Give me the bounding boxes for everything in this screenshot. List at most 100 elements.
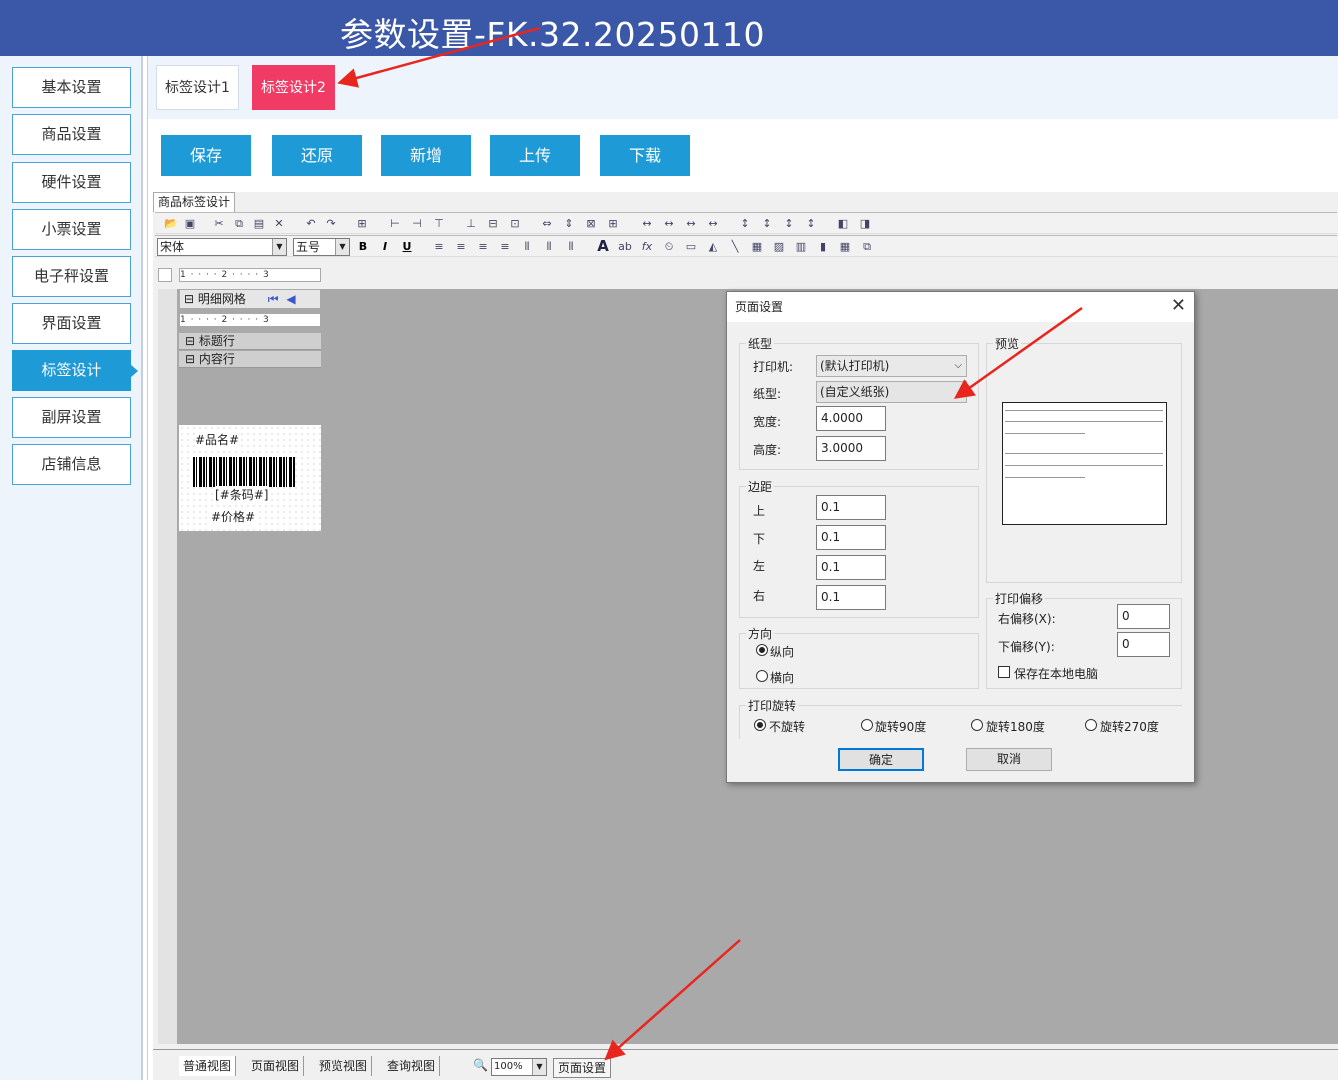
save-local-checkbox[interactable] [998, 666, 1010, 678]
first-icon[interactable]: ⏮ [268, 292, 279, 306]
label-canvas[interactable]: #品名# [#条码#] #价格# [179, 425, 321, 531]
ok-button[interactable]: 确定 [838, 748, 924, 771]
restore-button[interactable]: 还原 [272, 135, 362, 176]
align-bottom-icon[interactable]: ⊡ [507, 216, 523, 231]
table-icon[interactable]: ▦ [837, 239, 853, 254]
shape-icon[interactable]: ◭ [705, 239, 721, 254]
formula-icon[interactable]: fx [639, 239, 655, 254]
margin-left-input[interactable]: 0.1 [816, 555, 886, 580]
text-align-left-icon[interactable]: ≡ [431, 239, 447, 254]
italic-button[interactable]: I [377, 239, 393, 254]
text-align-right-icon[interactable]: ≡ [475, 239, 491, 254]
send-back-icon[interactable]: ◨ [857, 216, 873, 231]
sidebar-item-customer-display[interactable]: 副屏设置 [12, 397, 131, 438]
v-space-icon[interactable]: ↕ [737, 216, 753, 231]
subreport-icon[interactable]: ⧉ [859, 239, 875, 254]
margin-top-input[interactable]: 0.1 [816, 495, 886, 520]
paper-width-input[interactable]: 4.0000 [816, 406, 886, 431]
delete-icon[interactable]: ✕ [271, 216, 287, 231]
sidebar-item-store-info[interactable]: 店铺信息 [12, 444, 131, 485]
page-setup-button[interactable]: 页面设置 [553, 1058, 612, 1078]
label-barcode[interactable] [193, 457, 295, 487]
align-left-icon[interactable]: ⊢ [387, 216, 403, 231]
open-icon[interactable]: 📂 [163, 216, 179, 231]
margin-bottom-input[interactable]: 0.1 [816, 525, 886, 550]
label-field-price[interactable]: #价格# [211, 508, 256, 525]
select-all-icon[interactable]: ⊞ [354, 216, 370, 231]
save-icon[interactable]: ▣ [182, 216, 198, 231]
sidebar-item-hardware[interactable]: 硬件设置 [12, 162, 131, 203]
down-offset-input[interactable]: 0 [1117, 632, 1170, 657]
add-button[interactable]: 新增 [381, 135, 471, 176]
sidebar-item-receipt[interactable]: 小票设置 [12, 209, 131, 250]
sidebar-item-basic[interactable]: 基本设置 [12, 67, 131, 108]
content-row-band[interactable]: ⊟ 内容行 [179, 351, 321, 368]
right-offset-input[interactable]: 0 [1117, 604, 1170, 629]
same-size-icon[interactable]: ⊠ [583, 216, 599, 231]
sidebar-item-interface[interactable]: 界面设置 [12, 303, 131, 344]
download-button[interactable]: 下载 [600, 135, 690, 176]
redo-icon[interactable]: ↷ [323, 216, 339, 231]
portrait-radio[interactable] [756, 644, 768, 656]
paper-type-select[interactable]: (自定义纸张) [816, 381, 967, 403]
v-space-inc-icon[interactable]: ↕ [759, 216, 775, 231]
rotate-90-radio[interactable] [861, 719, 873, 731]
grid-icon[interactable]: ⊞ [605, 216, 621, 231]
same-height-icon[interactable]: ⇕ [561, 216, 577, 231]
memo-icon[interactable]: ▭ [683, 239, 699, 254]
barcode-icon[interactable]: ▥ [793, 239, 809, 254]
same-width-icon[interactable]: ⇔ [539, 216, 555, 231]
align-middle-icon[interactable]: ⊟ [485, 216, 501, 231]
cut-icon[interactable]: ✂ [211, 216, 227, 231]
designer-tab[interactable]: 商品标签设计 [153, 192, 236, 212]
underline-button[interactable]: U [399, 239, 415, 254]
h-space-icon[interactable]: ↔ [639, 216, 655, 231]
text-align-center-icon[interactable]: ≡ [453, 239, 469, 254]
close-icon[interactable]: ✕ [1171, 296, 1186, 316]
chart-icon[interactable]: ▮ [815, 239, 831, 254]
tab-label-design-2[interactable]: 标签设计2 [252, 65, 335, 110]
line-icon[interactable]: ╲ [727, 239, 743, 254]
view-query-tab[interactable]: 查询视图 [383, 1056, 441, 1076]
v-space-dec-icon[interactable]: ↕ [781, 216, 797, 231]
prev-icon[interactable]: ◀ [286, 292, 295, 306]
sidebar-item-label-design[interactable]: 标签设计 [12, 350, 138, 391]
system-var-icon[interactable]: ⏲ [661, 239, 677, 254]
bring-front-icon[interactable]: ◧ [835, 216, 851, 231]
sidebar-item-scale[interactable]: 电子秤设置 [12, 256, 131, 297]
text-tool-icon[interactable]: A [595, 239, 611, 254]
paste-icon[interactable]: ▤ [251, 216, 267, 231]
v-space-remove-icon[interactable]: ↕ [803, 216, 819, 231]
v-align-top-icon[interactable]: ⦀ [519, 239, 535, 254]
detail-grid-header[interactable]: ⊟ 明细网格 ⏮ ◀ [179, 289, 321, 309]
v-align-bottom-icon[interactable]: ⦀ [563, 239, 579, 254]
richtext-icon[interactable]: ▦ [749, 239, 765, 254]
view-page-tab[interactable]: 页面视图 [247, 1056, 305, 1076]
picture-icon[interactable]: ▨ [771, 239, 787, 254]
upload-button[interactable]: 上传 [490, 135, 580, 176]
copy-icon[interactable]: ⧉ [231, 216, 247, 231]
rotate-0-radio[interactable] [754, 719, 766, 731]
save-button[interactable]: 保存 [161, 135, 251, 176]
rotate-180-radio[interactable] [971, 719, 983, 731]
rotate-270-radio[interactable] [1085, 719, 1097, 731]
view-normal-tab[interactable]: 普通视图 [179, 1056, 237, 1076]
h-space-inc-icon[interactable]: ↔ [661, 216, 677, 231]
label-field-barcode[interactable]: [#条码#] [215, 486, 269, 503]
title-row-band[interactable]: ⊟ 标题行 [179, 333, 321, 350]
edit-box-icon[interactable]: ab [617, 239, 633, 254]
landscape-radio[interactable] [756, 670, 768, 682]
printer-select[interactable]: (默认打印机) ⌵ [816, 355, 967, 377]
paper-height-input[interactable]: 3.0000 [816, 436, 886, 461]
sidebar-item-product[interactable]: 商品设置 [12, 114, 131, 155]
undo-icon[interactable]: ↶ [303, 216, 319, 231]
align-right-icon[interactable]: ⊤ [431, 216, 447, 231]
v-align-middle-icon[interactable]: ⦀ [541, 239, 557, 254]
text-justify-icon[interactable]: ≡ [497, 239, 513, 254]
align-top-icon[interactable]: ⊥ [463, 216, 479, 231]
label-field-name[interactable]: #品名# [195, 431, 240, 448]
margin-right-input[interactable]: 0.1 [816, 585, 886, 610]
font-name-select[interactable]: 宋体 ▼ [157, 238, 287, 256]
align-center-icon[interactable]: ⊣ [409, 216, 425, 231]
collapse-icon[interactable]: ⊟ [184, 292, 194, 306]
